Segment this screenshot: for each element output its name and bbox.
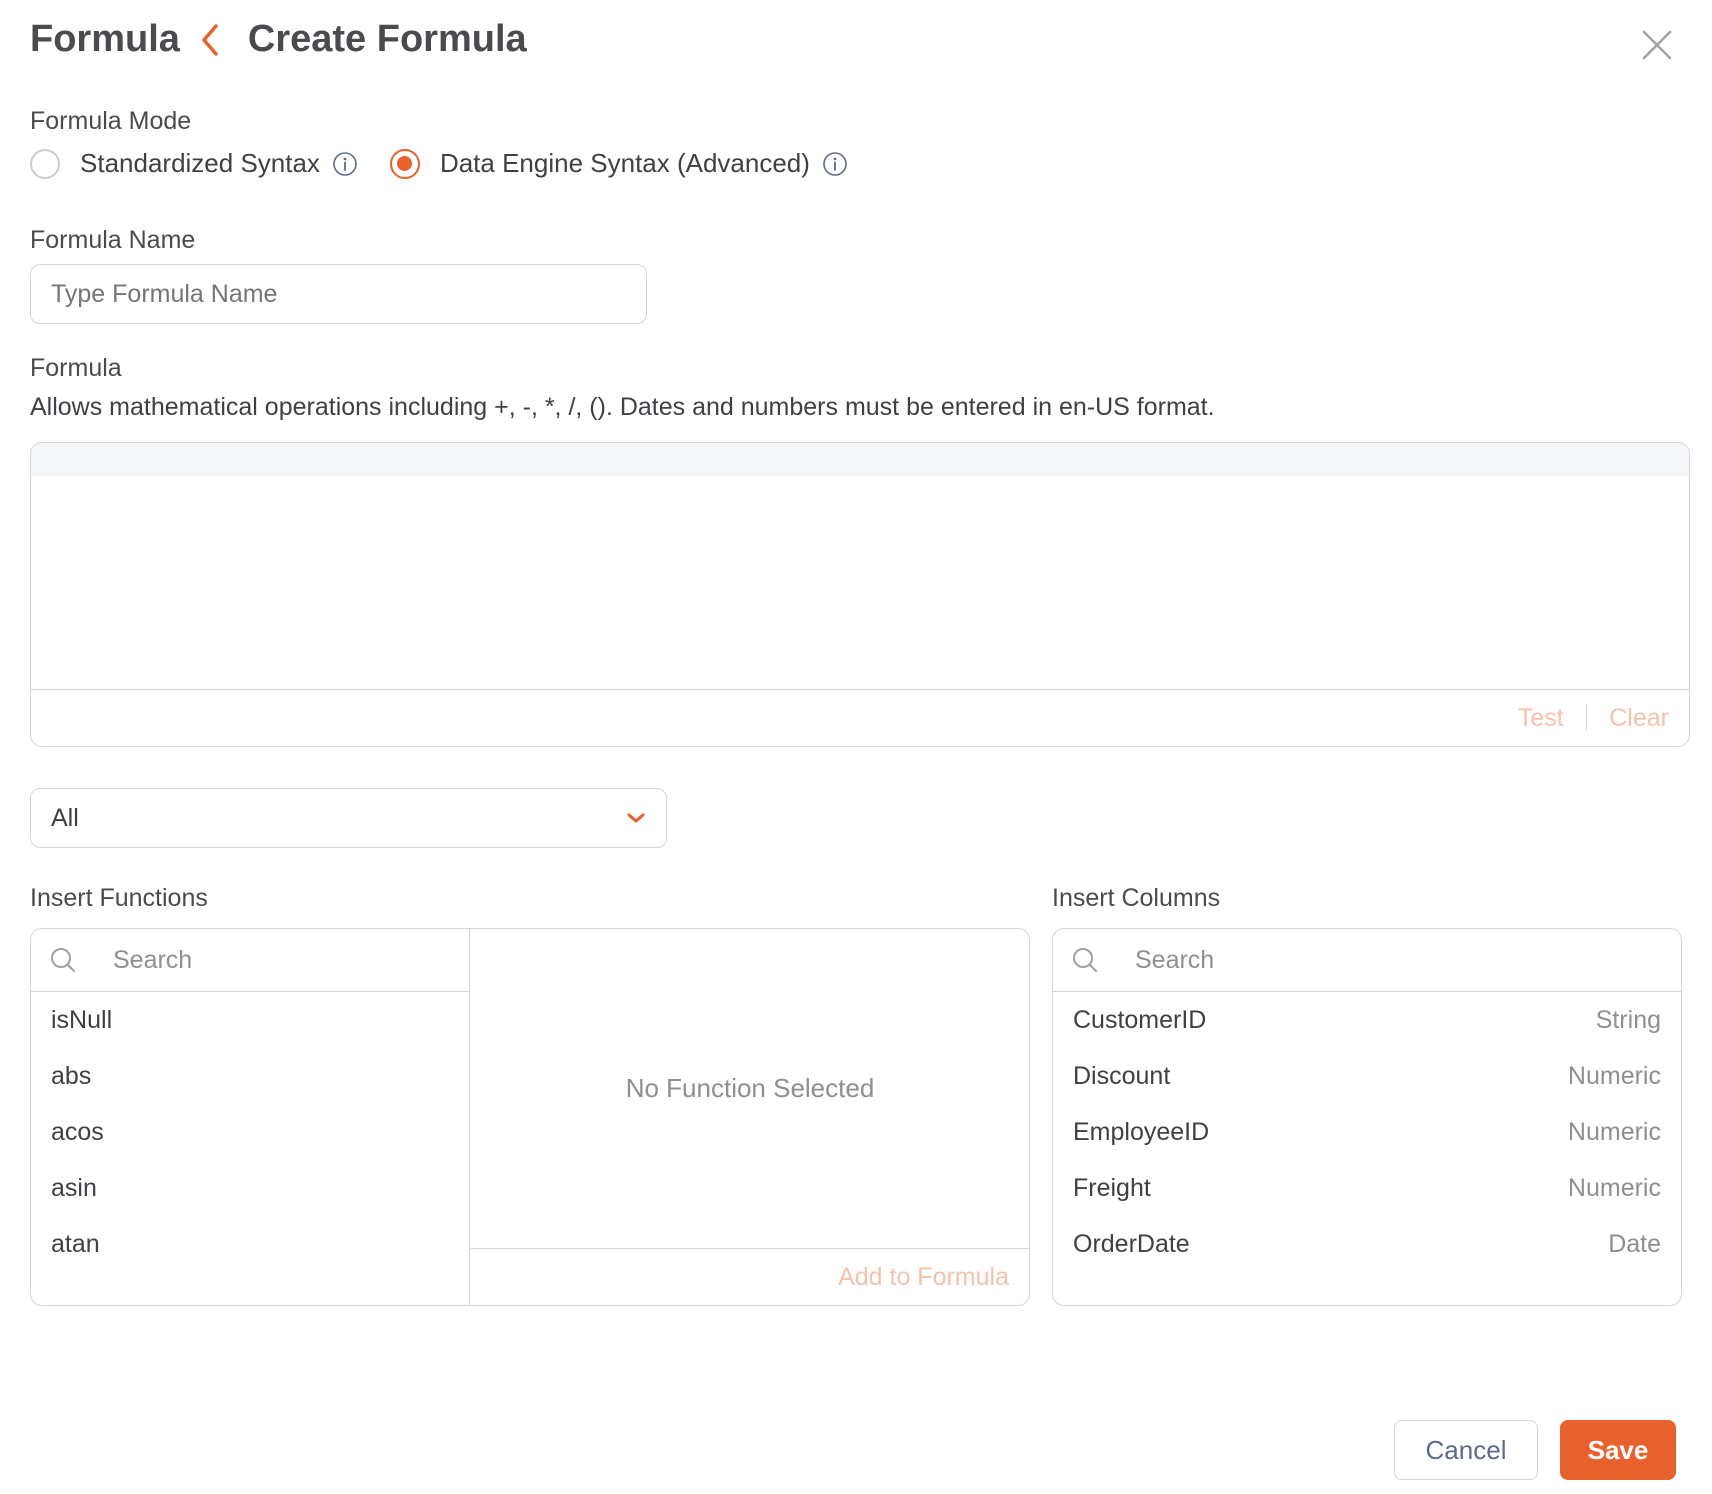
formula-text-area[interactable] (31, 476, 1689, 656)
function-name: atan (51, 1229, 100, 1258)
column-item-customerid[interactable]: CustomerID String (1053, 992, 1681, 1048)
functions-panel: Search isNull abs acos asin atan No Func… (30, 928, 1030, 1306)
column-type: Date (1608, 1229, 1661, 1258)
formula-name-label: Formula Name (30, 226, 196, 254)
formula-label: Formula (30, 354, 122, 382)
formula-mode-label: Formula Mode (30, 107, 192, 135)
formula-description: Allows mathematical operations including… (30, 393, 1215, 421)
footer-divider (1585, 705, 1588, 731)
breadcrumb-root[interactable]: Formula (30, 18, 180, 61)
column-item-discount[interactable]: Discount Numeric (1053, 1048, 1681, 1104)
formula-name-input[interactable] (30, 264, 647, 324)
function-name: isNull (51, 1005, 113, 1034)
radio-data-engine-syntax[interactable] (389, 148, 420, 179)
column-name: OrderDate (1073, 1229, 1190, 1258)
close-icon[interactable] (1640, 28, 1674, 62)
chevron-down-icon (627, 813, 645, 823)
column-item-orderdate[interactable]: OrderDate Date (1053, 1216, 1681, 1272)
clear-button[interactable]: Clear (1609, 704, 1669, 733)
test-button[interactable]: Test (1518, 704, 1564, 733)
save-button[interactable]: Save (1560, 1420, 1676, 1480)
columns-panel: Search CustomerID String Discount Numeric … (1052, 928, 1682, 1306)
function-item-acos[interactable]: acos (31, 1104, 469, 1160)
column-type: String (1595, 1005, 1661, 1034)
function-item-isnull[interactable]: isNull (31, 992, 469, 1048)
functions-search-placeholder: Search (113, 945, 193, 974)
info-icon[interactable] (822, 151, 848, 177)
function-category-select[interactable]: All (30, 788, 667, 848)
radio-standardized-syntax[interactable] (30, 148, 60, 179)
insert-columns-label: Insert Columns (1052, 884, 1221, 912)
functions-list-pane: Search isNull abs acos asin atan (31, 929, 470, 1305)
function-item-atan[interactable]: atan (31, 1216, 469, 1272)
info-icon[interactable] (332, 151, 358, 177)
function-name: asin (51, 1173, 97, 1202)
function-details-empty: No Function Selected (625, 1073, 875, 1103)
function-name: abs (51, 1061, 92, 1090)
functions-search[interactable]: Search (31, 929, 469, 992)
column-name: Freight (1073, 1173, 1151, 1202)
column-name: Discount (1073, 1061, 1171, 1090)
function-item-abs[interactable]: abs (31, 1048, 469, 1104)
column-name: CustomerID (1073, 1005, 1207, 1034)
column-type: Numeric (1567, 1173, 1661, 1202)
function-item-asin[interactable]: asin (31, 1160, 469, 1216)
formula-mode-options: Standardized Syntax Data Engine Syntax (… (30, 148, 848, 179)
search-icon (51, 948, 75, 972)
function-name: acos (51, 1117, 104, 1146)
column-item-freight[interactable]: Freight Numeric (1053, 1160, 1681, 1216)
select-value: All (51, 803, 79, 832)
add-to-formula-button[interactable]: Add to Formula (838, 1263, 1009, 1292)
insert-functions-label: Insert Functions (30, 884, 208, 912)
column-type: Numeric (1567, 1061, 1661, 1090)
columns-search[interactable]: Search (1053, 929, 1681, 992)
column-name: EmployeeID (1073, 1117, 1210, 1146)
column-type: Numeric (1567, 1117, 1661, 1146)
back-chevron-icon[interactable] (200, 23, 220, 57)
editor-toolbar (31, 443, 1689, 476)
column-item-employeeid[interactable]: EmployeeID Numeric (1053, 1104, 1681, 1160)
page-title: Create Formula (247, 18, 527, 60)
function-details-footer: Add to Formula (471, 1248, 1029, 1305)
cancel-button[interactable]: Cancel (1394, 1420, 1538, 1480)
editor-footer: Test Clear (31, 689, 1689, 746)
formula-editor[interactable]: Test Clear (30, 442, 1690, 747)
radio-label-data-engine: Data Engine Syntax (Advanced) (439, 148, 810, 178)
search-icon (1073, 948, 1097, 972)
dialog-header: Formula Create Formula (30, 18, 527, 61)
columns-search-placeholder: Search (1135, 945, 1215, 974)
radio-label-standardized: Standardized Syntax (80, 148, 320, 178)
